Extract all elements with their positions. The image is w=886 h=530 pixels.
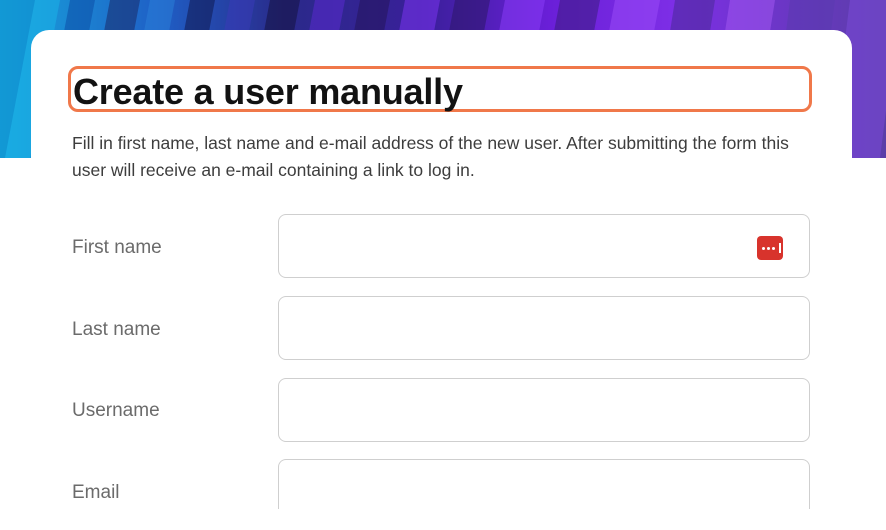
first-name-field[interactable] [278, 214, 810, 278]
email-field[interactable] [278, 459, 810, 509]
last-name-label: Last name [72, 319, 161, 340]
first-name-label: First name [72, 237, 162, 258]
username-label: Username [72, 400, 160, 421]
last-name-field[interactable] [278, 296, 810, 360]
page-description: Fill in first name, last name and e-mail… [72, 133, 789, 180]
username-field[interactable] [278, 378, 810, 442]
page-title: Create a user manually [73, 71, 463, 112]
email-label: Email [72, 482, 120, 503]
password-manager-icon[interactable] [757, 236, 783, 260]
